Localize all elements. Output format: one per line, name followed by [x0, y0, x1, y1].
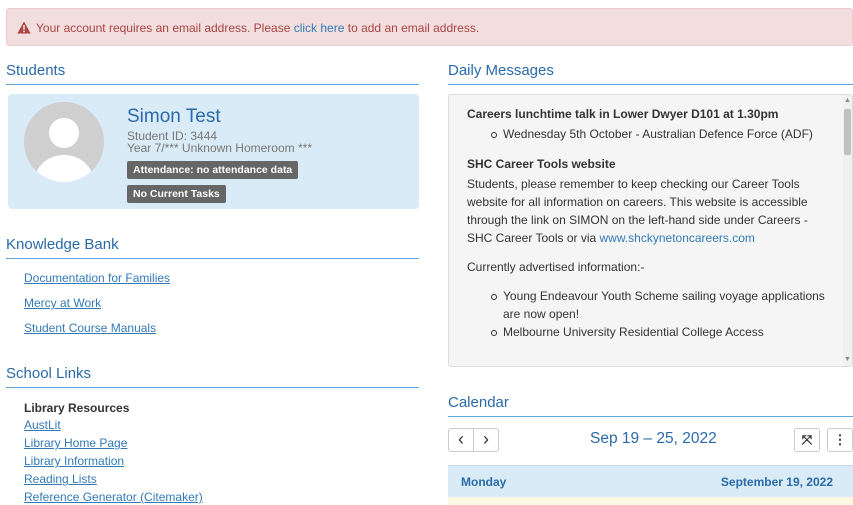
school-link-reading-lists[interactable]: Reading Lists: [24, 472, 97, 486]
message-intro: Currently advertised information:-: [467, 260, 645, 274]
kb-link-mercy-at-work[interactable]: Mercy at Work: [24, 296, 101, 310]
message-title: SHC Career Tools website: [467, 157, 616, 171]
warning-icon: [17, 21, 31, 34]
messages-scrollbar[interactable]: ▲ ▼: [843, 95, 852, 366]
kb-link-course-manuals[interactable]: Student Course Manuals: [24, 321, 156, 335]
calendar-day-body[interactable]: [448, 497, 853, 505]
calendar-title: Calendar: [448, 394, 853, 417]
school-link-library-info[interactable]: Library Information: [24, 454, 124, 468]
messages-content: Careers lunchtime talk in Lower Dwyer D1…: [467, 105, 835, 341]
prev-week-button[interactable]: ‹: [448, 428, 474, 452]
user-placeholder-icon: [24, 102, 104, 182]
message-title: Careers lunchtime talk in Lower Dwyer D1…: [467, 107, 779, 121]
alert-text-before: Your account requires an email address. …: [36, 21, 294, 35]
daily-messages-panel[interactable]: Careers lunchtime talk in Lower Dwyer D1…: [448, 94, 853, 367]
calendar-day-header: Monday September 19, 2022: [448, 465, 853, 497]
student-card[interactable]: Simon Test Student ID: 3444 Year 7/*** U…: [8, 94, 419, 209]
tasks-badge: No Current Tasks: [127, 185, 226, 203]
email-required-alert: Your account requires an email address. …: [6, 8, 853, 46]
avatar: [24, 102, 104, 182]
message-body: Students, please remember to keep checki…: [467, 175, 835, 247]
knowledge-bank-title: Knowledge Bank: [6, 236, 419, 259]
scroll-up-arrow-icon[interactable]: ▲: [844, 97, 851, 105]
calendar-day-name: Monday: [461, 475, 507, 489]
school-link-reference-generator[interactable]: Reference Generator (Citemaker): [24, 490, 203, 504]
list-item: Young Endeavour Youth Scheme sailing voy…: [487, 287, 835, 323]
attendance-badge: Attendance: no attendance data: [127, 161, 299, 179]
list-item: Melbourne University Residential College…: [487, 323, 835, 341]
scroll-thumb[interactable]: [844, 109, 851, 155]
message-list: Wednesday 5th October - Australian Defen…: [467, 125, 835, 143]
calendar-date-range: Sep 19 – 25, 2022: [590, 430, 717, 447]
student-name[interactable]: Simon Test: [127, 106, 221, 128]
student-homeroom: Year 7/*** Unknown Homeroom ***: [127, 141, 312, 155]
students-title: Students: [6, 62, 419, 85]
library-resources-heading: Library Resources: [24, 401, 130, 415]
message-list: Young Endeavour Youth Scheme sailing voy…: [467, 287, 835, 341]
school-link-austlit[interactable]: AustLit: [24, 418, 61, 432]
scroll-down-arrow-icon[interactable]: ▼: [844, 356, 851, 364]
kb-link-documentation[interactable]: Documentation for Families: [24, 271, 170, 285]
careers-website-link[interactable]: www.shckynetoncareers.com: [600, 231, 755, 245]
daily-messages-title: Daily Messages: [448, 62, 853, 85]
alert-text-after: to add an email address.: [344, 21, 480, 35]
calendar-day-date: September 19, 2022: [720, 475, 833, 489]
list-item: Wednesday 5th October - Australian Defen…: [487, 125, 835, 143]
add-email-link[interactable]: click here: [294, 21, 345, 35]
school-links-title: School Links: [6, 365, 419, 388]
next-week-button[interactable]: ›: [473, 428, 499, 452]
school-link-library-home[interactable]: Library Home Page: [24, 436, 127, 450]
calendar-more-button[interactable]: ⋮: [827, 428, 853, 452]
expand-calendar-button[interactable]: ⤧: [794, 428, 820, 452]
